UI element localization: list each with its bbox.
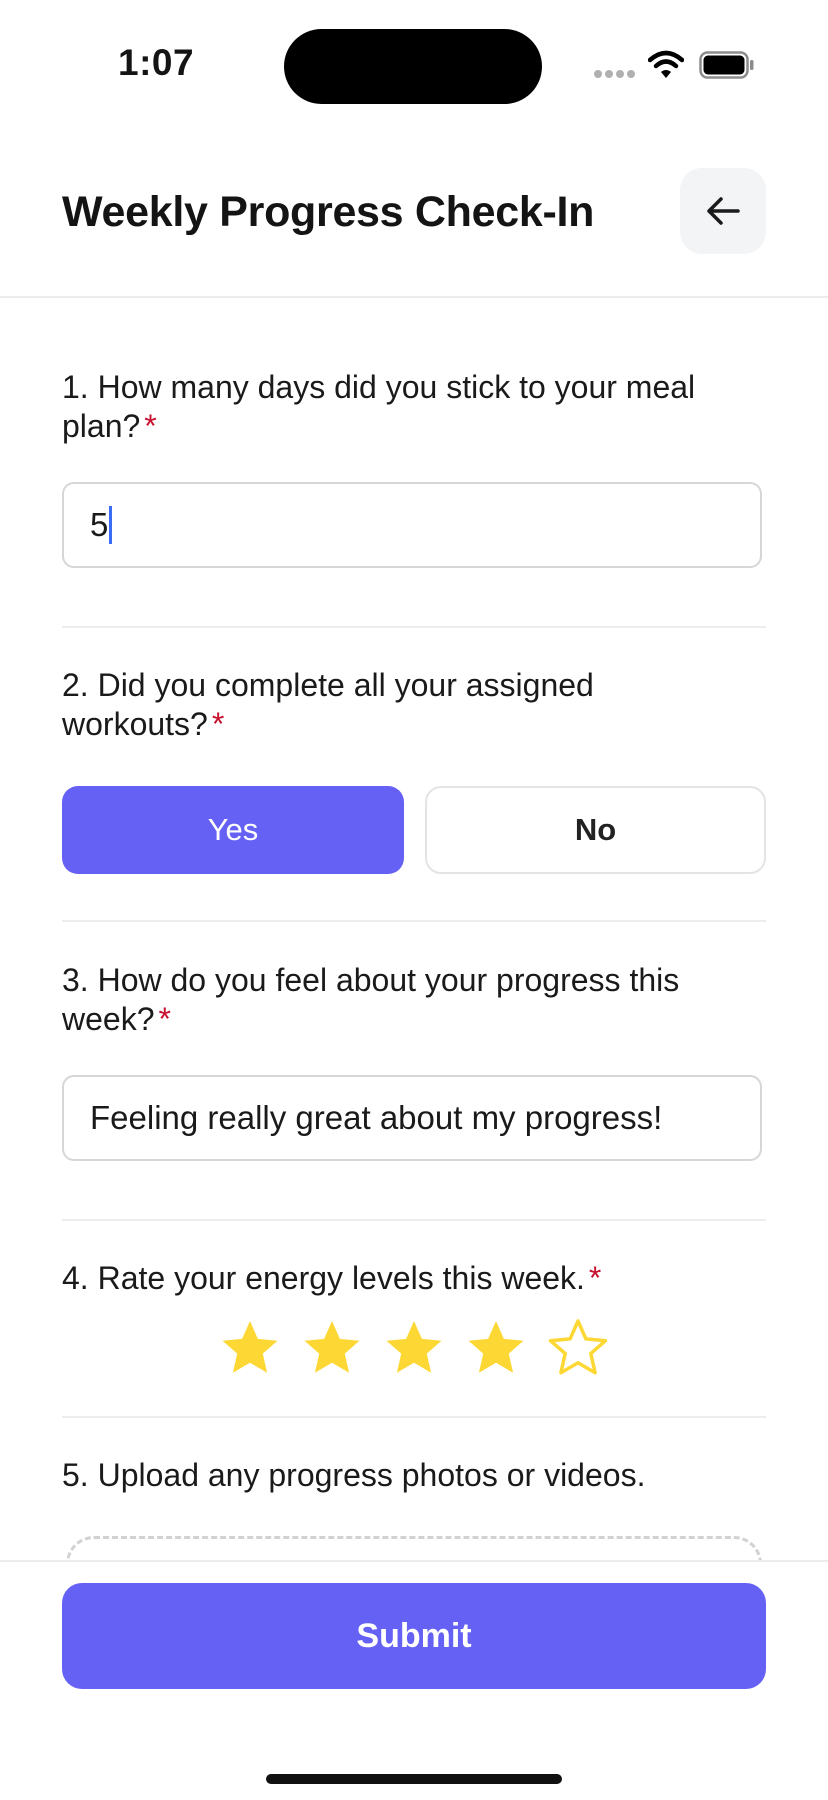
battery-icon (699, 51, 754, 79)
star-filled-icon[interactable] (466, 1318, 526, 1378)
section-divider (62, 1219, 766, 1221)
question-3-label: 3. How do you feel about your progress t… (62, 961, 742, 1039)
wifi-icon (648, 50, 684, 78)
screen: 1:07 Weekly Progress Check-In 1. How man… (0, 0, 828, 1800)
dynamic-island (284, 29, 542, 104)
section-divider (62, 1416, 766, 1418)
question-4-label: 4. Rate your energy levels this week. * (62, 1259, 742, 1298)
star-filled-icon[interactable] (384, 1318, 444, 1378)
question-2-text: 2. Did you complete all your assigned wo… (62, 667, 594, 742)
question-5-label: 5. Upload any progress photos or videos. (62, 1456, 742, 1495)
required-mark: * (588, 1260, 602, 1296)
section-divider (62, 920, 766, 922)
question-4-text: 4. Rate your energy levels this week. (62, 1260, 585, 1296)
question-3-text: 3. How do you feel about your progress t… (62, 962, 680, 1037)
star-filled-icon[interactable] (302, 1318, 362, 1378)
text-cursor (109, 506, 113, 544)
progress-feeling-input[interactable]: Feeling really great about my progress! (62, 1075, 762, 1161)
header-divider (0, 296, 828, 298)
required-mark: * (158, 1001, 171, 1037)
required-mark: * (144, 408, 157, 444)
yes-button[interactable]: Yes (62, 786, 404, 874)
progress-feeling-value: Feeling really great about my progress! (90, 1099, 663, 1136)
page-title: Weekly Progress Check-In (62, 188, 595, 236)
back-button[interactable] (680, 168, 766, 254)
home-indicator (266, 1774, 562, 1784)
energy-rating (220, 1318, 608, 1378)
star-outline-icon[interactable] (548, 1318, 608, 1378)
section-divider (62, 626, 766, 628)
star-filled-icon[interactable] (220, 1318, 280, 1378)
submit-button[interactable]: Submit (62, 1583, 766, 1689)
question-5-text: 5. Upload any progress photos or videos. (62, 1457, 646, 1493)
required-mark: * (211, 706, 225, 742)
question-2-label: 2. Did you complete all your assigned wo… (62, 666, 742, 744)
status-time: 1:07 (118, 42, 195, 83)
arrow-left-icon (707, 197, 740, 225)
question-1-label: 1. How many days did you stick to your m… (62, 368, 742, 446)
meal-plan-days-value: 5 (90, 506, 109, 543)
meal-plan-days-input[interactable]: 5 (62, 482, 762, 568)
no-button[interactable]: No (425, 786, 766, 874)
question-1-text: 1. How many days did you stick to your m… (62, 369, 696, 444)
cellular-signal-icon (594, 70, 636, 78)
